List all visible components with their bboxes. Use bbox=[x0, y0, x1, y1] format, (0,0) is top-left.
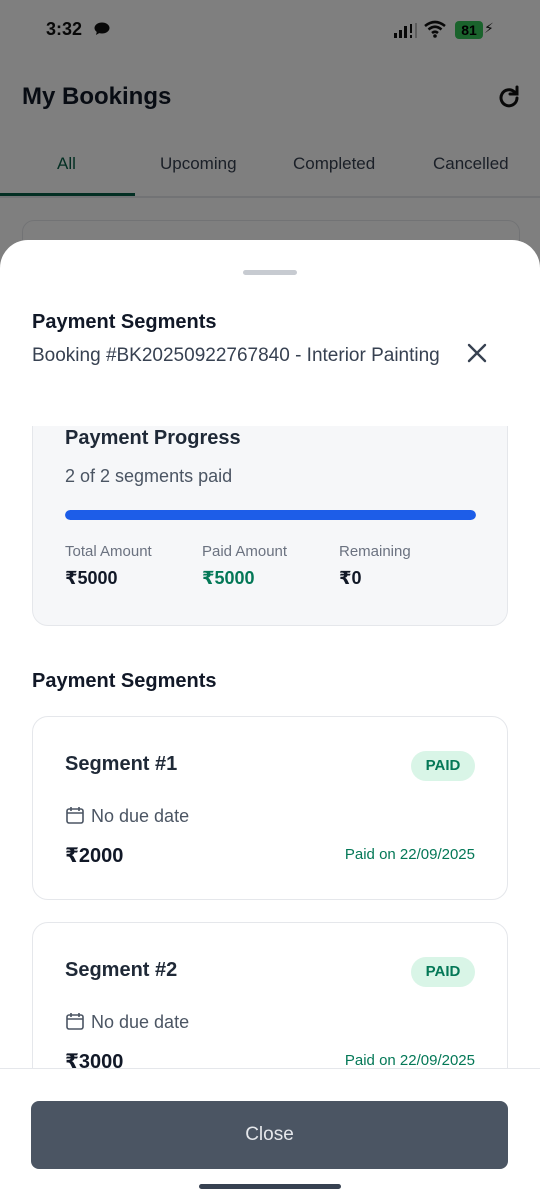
segment-card: Segment #2 PAID No due date ₹3000 Paid o… bbox=[32, 922, 508, 1068]
payment-segments-sheet: Payment Segments Booking #BK202509227678… bbox=[0, 240, 540, 1200]
total-amount-label: Total Amount bbox=[65, 543, 152, 560]
status-badge: PAID bbox=[411, 957, 475, 987]
remaining-label: Remaining bbox=[339, 543, 411, 560]
calendar-icon bbox=[66, 807, 84, 824]
segment-title: Segment #2 bbox=[65, 959, 178, 981]
booking-subtitle: Booking #BK20250922767840 - Interior Pai… bbox=[32, 345, 440, 366]
due-date: No due date bbox=[65, 805, 189, 827]
total-amount-value: ₹5000 bbox=[65, 568, 118, 588]
paid-amount-stat: Paid Amount ₹5000 bbox=[202, 543, 287, 589]
due-date-text: No due date bbox=[91, 806, 190, 826]
due-date: No due date bbox=[65, 1011, 189, 1033]
segment-amount: ₹2000 bbox=[65, 845, 124, 867]
segment-title: Segment #1 bbox=[65, 753, 178, 775]
paid-amount-value: ₹5000 bbox=[202, 568, 255, 588]
sheet-title: Payment Segments bbox=[32, 311, 217, 333]
due-date-text: No due date bbox=[91, 1012, 190, 1032]
paid-on-date: Paid on 22/09/2025 bbox=[344, 1052, 475, 1068]
payment-progress-card: Payment Progress 2 of 2 segments paid To… bbox=[32, 426, 508, 626]
close-icon[interactable] bbox=[462, 338, 492, 368]
sheet-scroll-area[interactable]: Payment Progress 2 of 2 segments paid To… bbox=[0, 426, 540, 1068]
segment-card: Segment #1 PAID No due date ₹2000 Paid o… bbox=[32, 716, 508, 900]
progress-bar-fill bbox=[65, 510, 476, 520]
paid-amount-label: Paid Amount bbox=[202, 543, 288, 560]
sheet-footer: Close bbox=[0, 1068, 540, 1200]
close-button[interactable]: Close bbox=[31, 1101, 508, 1169]
segments-section-title: Payment Segments bbox=[32, 670, 217, 692]
total-amount-stat: Total Amount ₹5000 bbox=[65, 543, 152, 589]
progress-summary: 2 of 2 segments paid bbox=[65, 466, 233, 486]
home-indicator[interactable] bbox=[199, 1184, 341, 1189]
remaining-value: ₹0 bbox=[339, 568, 362, 588]
status-badge: PAID bbox=[411, 751, 475, 781]
paid-on-date: Paid on 22/09/2025 bbox=[344, 846, 475, 863]
progress-bar bbox=[65, 510, 476, 520]
remaining-stat: Remaining ₹0 bbox=[339, 543, 411, 589]
segment-amount: ₹3000 bbox=[65, 1051, 124, 1068]
progress-title: Payment Progress bbox=[65, 427, 241, 449]
drag-handle[interactable] bbox=[243, 270, 297, 275]
calendar-icon bbox=[66, 1013, 84, 1030]
